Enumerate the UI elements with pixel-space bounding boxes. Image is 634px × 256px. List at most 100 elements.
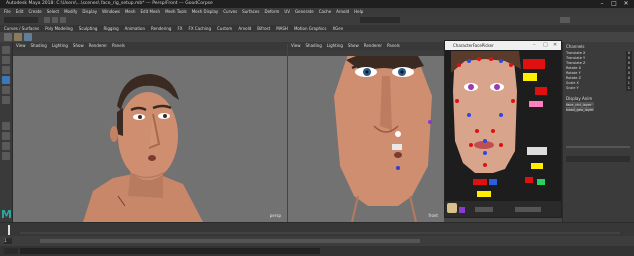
panel-menu-item[interactable]: Lighting — [327, 43, 343, 48]
menu-item[interactable]: Display — [82, 9, 97, 14]
panel-menu-item[interactable]: Shading — [306, 43, 322, 48]
layer-item[interactable]: head_geo_layer — [566, 107, 594, 112]
shelf-tab[interactable]: Arnold — [238, 26, 251, 31]
time-slider[interactable] — [0, 222, 634, 237]
brow-control[interactable] — [499, 59, 503, 63]
open-scene-icon[interactable] — [52, 17, 58, 23]
shelf-tool-icon[interactable] — [4, 33, 12, 41]
range-bar[interactable] — [40, 239, 420, 243]
menu-item[interactable]: Edit Mesh — [141, 9, 161, 14]
lip-control[interactable] — [483, 151, 487, 155]
menu-item[interactable]: Create — [28, 9, 41, 14]
minimize-button[interactable]: – — [596, 0, 608, 8]
picker-tool-icon[interactable] — [459, 207, 465, 213]
shelf-tab[interactable]: Animation — [125, 26, 145, 31]
move-tool-icon[interactable] — [2, 76, 10, 84]
menu-item[interactable]: Surfaces — [242, 9, 259, 14]
range-slider[interactable]: 1 — [0, 236, 634, 246]
menu-item[interactable]: Curves — [223, 9, 237, 14]
current-frame-field[interactable]: 1 — [4, 238, 12, 244]
menu-item[interactable]: Deform — [264, 9, 279, 14]
panel-menu-item[interactable]: Panels — [112, 43, 125, 48]
picker-option[interactable] — [475, 207, 493, 212]
cheek-control[interactable] — [499, 113, 503, 117]
menu-item[interactable]: Generate — [295, 9, 314, 14]
brow-control[interactable] — [509, 63, 513, 67]
menu-item[interactable]: Arnold — [336, 9, 349, 14]
shelf-tab[interactable]: Poly Modeling — [45, 26, 73, 31]
maximize-button[interactable]: □ — [608, 0, 620, 8]
picker-close-icon[interactable]: ✕ — [553, 42, 561, 49]
panel-menu-item[interactable]: Shading — [31, 43, 47, 48]
menu-item[interactable]: Select — [47, 9, 59, 14]
layer-item[interactable]: face_ctrl_layer — [566, 102, 594, 107]
panel-menu-item[interactable]: View — [291, 43, 301, 48]
select-tool-icon[interactable] — [2, 46, 10, 54]
mouth-corner-control[interactable] — [469, 143, 473, 147]
panel-menu-item[interactable]: Renderer — [89, 43, 107, 48]
shelf-tab[interactable]: Motion Graphics — [294, 26, 327, 31]
search-field[interactable] — [360, 17, 400, 23]
cheek-control[interactable] — [467, 113, 471, 117]
picker-option[interactable] — [515, 207, 541, 212]
character-thumbnail-icon[interactable] — [447, 203, 457, 213]
menu-item[interactable]: Modify — [64, 9, 77, 14]
menu-item[interactable]: Edit — [16, 9, 24, 14]
shelf-tab[interactable]: Bifrost — [257, 26, 270, 31]
paint-select-icon[interactable] — [2, 66, 10, 74]
shelf-tool-icon[interactable] — [24, 33, 32, 41]
shelf-tab[interactable]: XGen — [332, 26, 343, 31]
shelf-tab[interactable]: MASH — [276, 26, 288, 31]
brow-control[interactable] — [477, 57, 481, 61]
menu-item[interactable]: Cache — [319, 9, 331, 14]
attribute-value[interactable]: 1 — [625, 86, 632, 91]
shelf-tab[interactable]: Custom — [217, 26, 232, 31]
panel-menu-item[interactable]: Show — [348, 43, 359, 48]
rotate-tool-icon[interactable] — [2, 86, 10, 94]
menu-item[interactable]: Mesh — [125, 9, 136, 14]
layout-four-icon[interactable] — [2, 132, 10, 140]
picker-minimize-icon[interactable]: – — [533, 42, 541, 49]
brow-control[interactable] — [467, 59, 471, 63]
mouth-corner-control[interactable] — [499, 143, 503, 147]
shelf-tab[interactable]: FX — [177, 26, 182, 31]
brow-control[interactable] — [489, 57, 493, 61]
brow-control[interactable] — [457, 63, 461, 67]
menu-item[interactable]: Mesh Display — [192, 9, 219, 14]
nose-control[interactable] — [491, 129, 495, 133]
shelf-tab[interactable]: Curves / Surfaces — [4, 26, 39, 31]
panel-menu-item[interactable]: Renderer — [364, 43, 382, 48]
panel-menu-item[interactable]: Show — [73, 43, 84, 48]
layout-outliner-icon[interactable] — [2, 152, 10, 160]
layout-side-icon[interactable] — [2, 142, 10, 150]
menu-item[interactable]: Help — [354, 9, 363, 14]
jaw-control[interactable] — [483, 163, 487, 167]
shelf-tab[interactable]: Rigging — [103, 26, 118, 31]
lip-control[interactable] — [483, 139, 487, 143]
panel-menu-item[interactable]: Lighting — [52, 43, 68, 48]
menu-item[interactable]: File — [4, 9, 11, 14]
save-scene-icon[interactable] — [60, 17, 66, 23]
mode-selector[interactable] — [4, 17, 38, 23]
command-input[interactable] — [20, 248, 320, 254]
panel-menu-item[interactable]: Panels — [387, 43, 400, 48]
viewport-front[interactable]: front — [288, 56, 444, 222]
attribute-row[interactable]: Scale Y 1 — [566, 86, 632, 91]
lasso-tool-icon[interactable] — [2, 56, 10, 64]
sign-in-icon[interactable] — [560, 17, 570, 23]
cheek-control[interactable] — [455, 99, 459, 103]
close-button[interactable]: ✕ — [620, 0, 632, 8]
shelf-tab[interactable]: Sculpting — [79, 26, 98, 31]
viewport-persp[interactable]: persp — [13, 56, 287, 222]
menu-item[interactable]: Windows — [102, 9, 120, 14]
layout-single-icon[interactable] — [2, 122, 10, 130]
shelf-tool-icon[interactable] — [14, 33, 22, 41]
menu-item[interactable]: Mesh Tools — [165, 9, 187, 14]
picker-maximize-icon[interactable]: □ — [543, 42, 551, 49]
nose-control[interactable] — [475, 129, 479, 133]
new-scene-icon[interactable] — [44, 17, 50, 23]
shelf-tab[interactable]: Rendering — [151, 26, 171, 31]
scale-tool-icon[interactable] — [2, 96, 10, 104]
layer-tabs[interactable] — [566, 156, 630, 162]
panel-menu-item[interactable]: View — [16, 43, 26, 48]
